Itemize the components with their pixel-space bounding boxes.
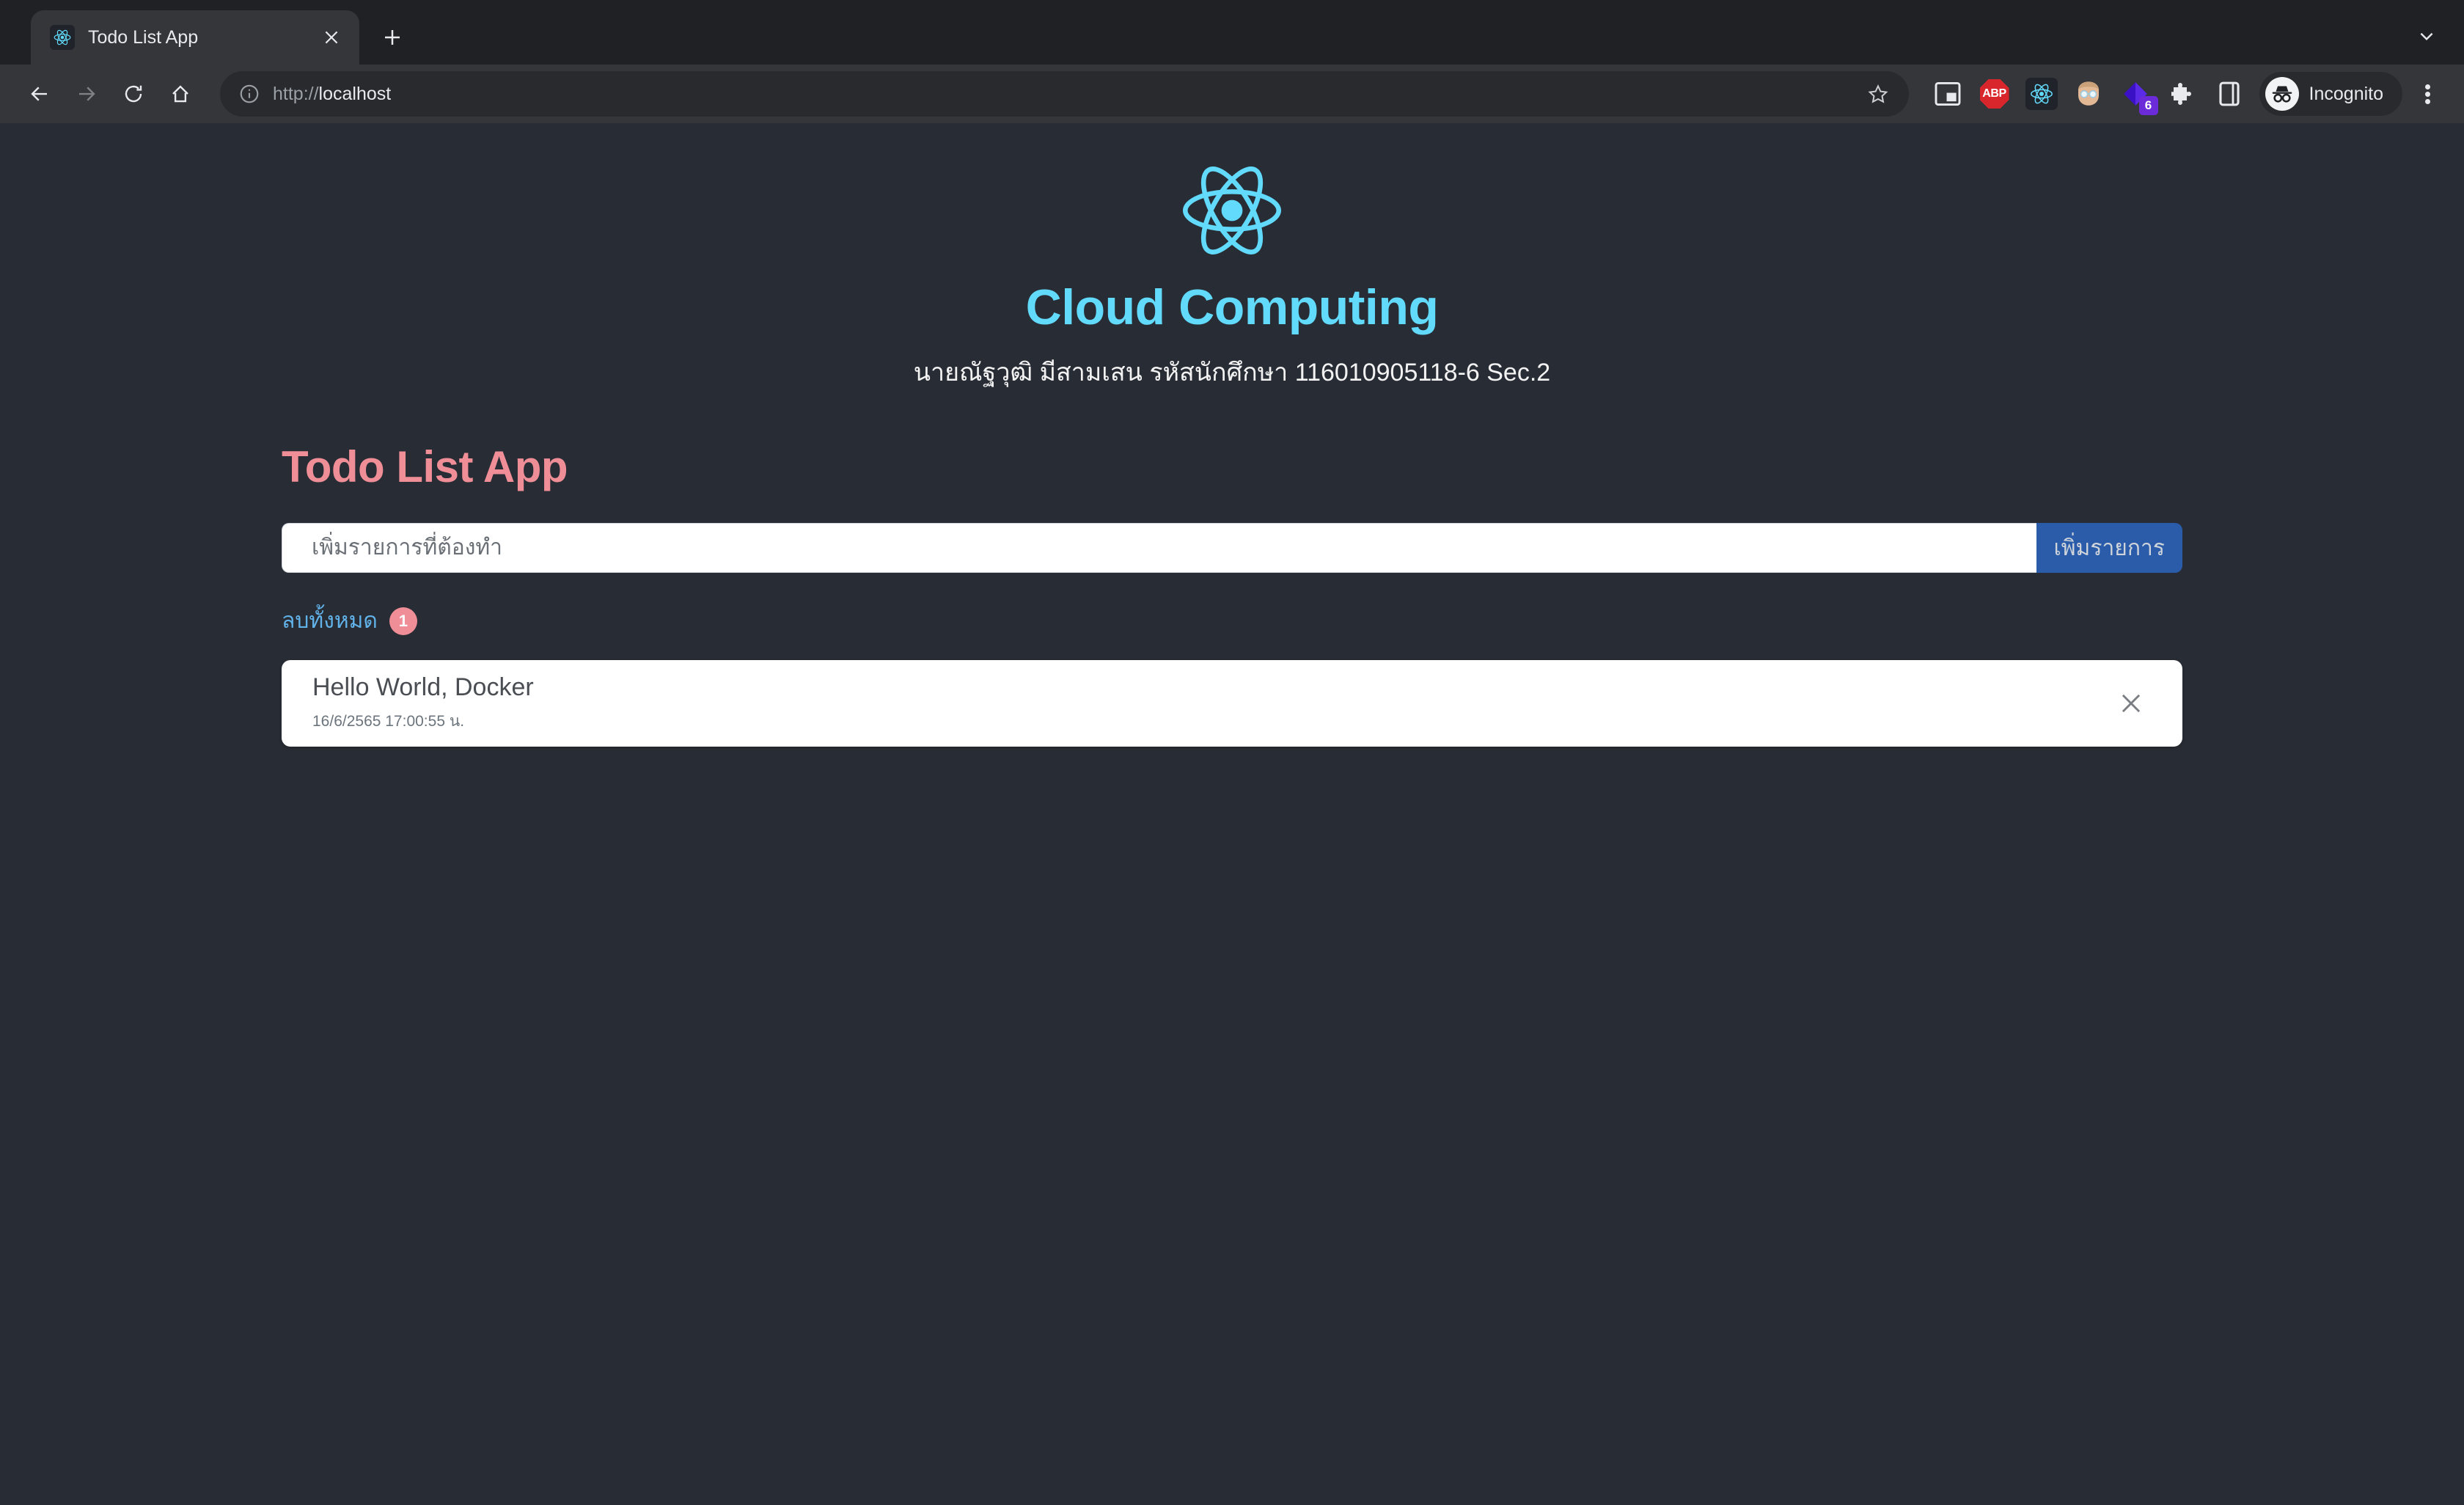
react-logo-icon — [50, 25, 75, 50]
url-scheme: http:// — [273, 83, 319, 104]
three-dot-menu-icon[interactable] — [2407, 73, 2448, 114]
forward-arrow-icon — [63, 70, 110, 117]
puzzle-extensions-icon[interactable] — [2164, 76, 2201, 112]
todo-list-item[interactable]: Hello World, Docker 16/6/2565 17:00:55 น… — [282, 660, 2182, 747]
browser-window: Todo List App http://localhost ABP 6 Inc… — [0, 0, 2464, 1505]
reload-icon[interactable] — [110, 70, 157, 117]
side-panel-icon[interactable] — [2211, 76, 2248, 112]
home-icon[interactable] — [157, 70, 204, 117]
todo-section-title: Todo List App — [282, 442, 568, 491]
todo-item-text: Hello World, Docker — [312, 673, 534, 701]
purple-diamond-extension-icon[interactable]: 6 — [2117, 76, 2158, 115]
adblock-plus-icon[interactable]: ABP — [1976, 76, 2013, 112]
close-icon[interactable] — [2111, 683, 2152, 724]
page-title: Cloud Computing — [1025, 279, 1439, 335]
back-arrow-icon[interactable] — [16, 70, 63, 117]
add-todo-button[interactable]: เพิ่มรายการ — [2036, 523, 2182, 573]
info-circle-icon[interactable] — [236, 81, 263, 107]
browser-toolbar: http://localhost ABP 6 Incognito — [0, 65, 2464, 123]
tab-strip: Todo List App — [0, 0, 2464, 65]
star-icon[interactable] — [1859, 75, 1897, 113]
incognito-icon — [2265, 77, 2299, 111]
clear-all-link[interactable]: ลบทั้งหมด — [282, 604, 378, 638]
tab-title: Todo List App — [88, 26, 199, 48]
profile-incognito-button[interactable]: Incognito — [2259, 72, 2402, 116]
url-text: http://localhost — [273, 84, 1849, 105]
close-icon[interactable] — [317, 23, 346, 52]
todo-count-badge: 1 — [389, 607, 417, 635]
todo-input-row: เพิ่มรายการ — [282, 523, 2182, 573]
face-emoji-extension-icon[interactable] — [2070, 76, 2107, 112]
extension-badge-count: 6 — [2138, 96, 2158, 115]
extension-icons: ABP 6 — [1922, 76, 2248, 115]
app-header: Cloud Computing นายณัฐวุฒิ มีสามเสน รหัส… — [0, 123, 2464, 392]
url-host: localhost — [318, 83, 392, 104]
todo-list: Hello World, Docker 16/6/2565 17:00:55 น… — [282, 660, 2182, 747]
picture-in-picture-icon[interactable] — [1929, 76, 1966, 112]
todo-item-content: Hello World, Docker 16/6/2565 17:00:55 น… — [312, 673, 2111, 733]
react-logo-icon — [0, 155, 2464, 266]
tab-todo-list-app[interactable]: Todo List App — [31, 10, 359, 65]
page-subtitle: นายณัฐวุฒิ มีสามเสน รหัสนักศึกษา 1160109… — [913, 359, 1551, 387]
todo-input[interactable] — [282, 523, 2036, 573]
react-devtools-icon[interactable] — [2023, 76, 2060, 112]
todo-item-date: 16/6/2565 17:00:55 น. — [312, 713, 465, 730]
chevron-down-icon[interactable] — [2405, 15, 2448, 57]
address-bar[interactable]: http://localhost — [220, 71, 1909, 117]
clear-all-row: ลบทั้งหมด 1 — [282, 604, 2182, 638]
new-tab-button[interactable] — [371, 16, 414, 59]
todo-container: Todo List App เพิ่มรายการ ลบทั้งหมด 1 He… — [282, 392, 2182, 747]
page-content: Cloud Computing นายณัฐวุฒิ มีสามเสน รหัส… — [0, 123, 2464, 1505]
profile-label: Incognito — [2309, 83, 2383, 104]
adblock-plus-label: ABP — [1979, 79, 2009, 109]
